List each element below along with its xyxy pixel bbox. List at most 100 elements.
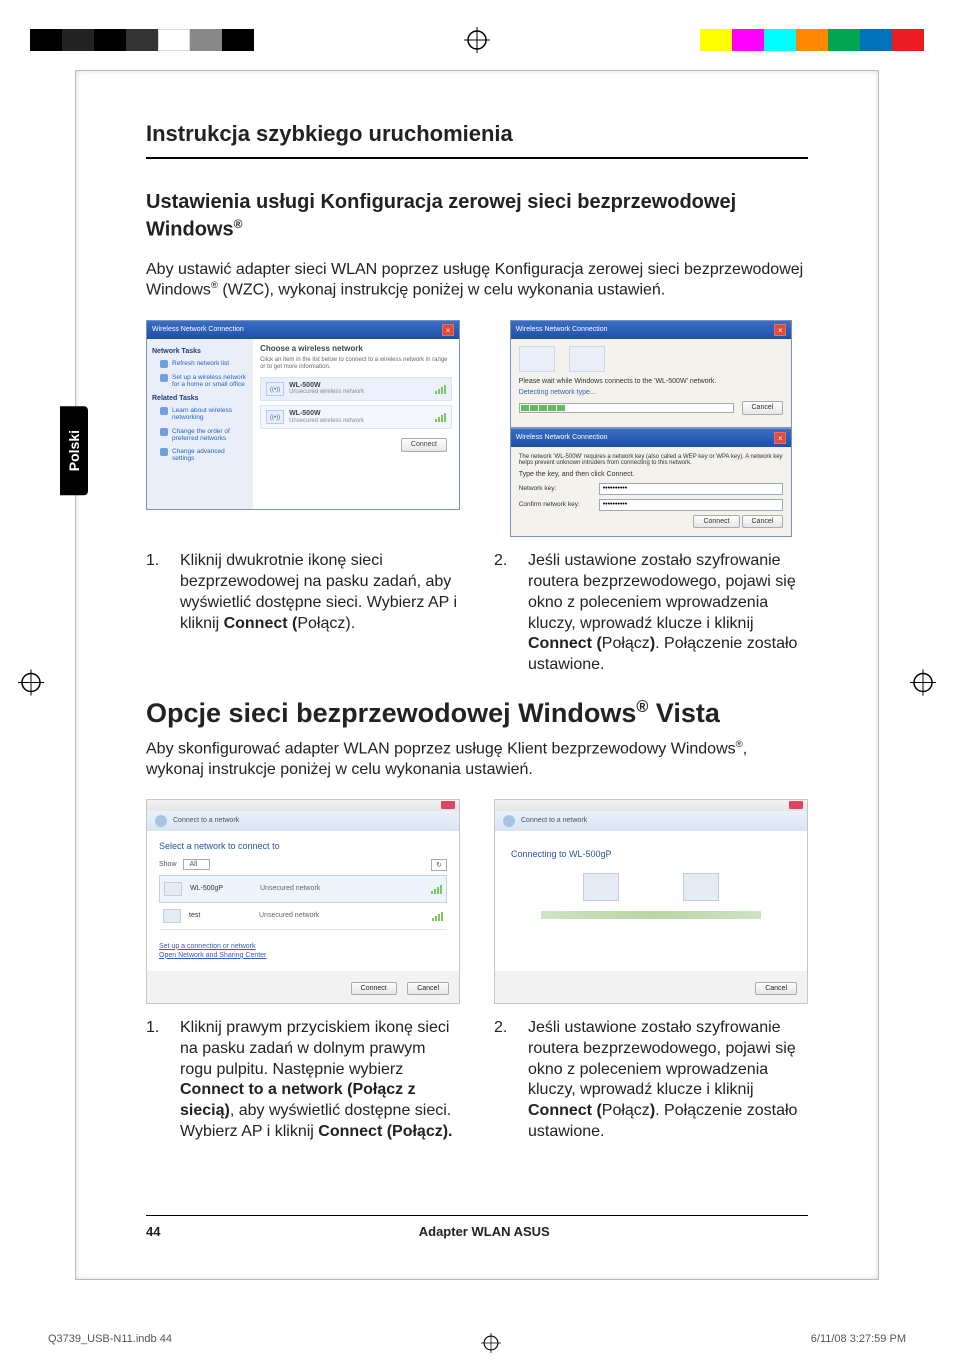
- close-icon[interactable]: ×: [774, 432, 786, 444]
- close-icon[interactable]: [789, 801, 803, 809]
- vista-connect-dialog: Connect to a network Select a network to…: [146, 799, 460, 1004]
- section1-title-text: Ustawienia usługi Konfiguracja zerowej s…: [146, 191, 736, 241]
- language-tab: Polski: [60, 406, 88, 495]
- network-type: Unsecured wireless network: [289, 389, 430, 396]
- xp-titlebar[interactable]: Wireless Network Connection ×: [511, 321, 792, 339]
- show-label: Show: [159, 861, 177, 868]
- xp-wireless-dialog: Wireless Network Connection × Network Ta…: [146, 320, 460, 510]
- xp-link-learn[interactable]: Learn about wireless networking: [160, 407, 248, 421]
- crop-file: Q3739_USB-N11.indb 44: [48, 1333, 172, 1356]
- trademark-sup: ®: [211, 280, 218, 291]
- network-key-label: Network key:: [519, 485, 591, 492]
- printer-registration-strip: [30, 20, 924, 60]
- cancel-button[interactable]: Cancel: [407, 982, 449, 995]
- registration-swatches-right: [700, 29, 924, 51]
- step-text-bold2: Connect (Połącz).: [318, 1123, 452, 1140]
- step-text-bold: Connect (: [224, 615, 298, 632]
- vista-breadcrumb-text: Connect to a network: [173, 817, 239, 824]
- step-number: 2.: [494, 1018, 514, 1143]
- confirm-key-input[interactable]: [599, 499, 784, 511]
- key-dialog-typekey: Type the key, and then click Connect.: [519, 471, 784, 479]
- pc-icon: [163, 909, 181, 923]
- xp-titlebar[interactable]: Wireless Network Connection ×: [147, 321, 459, 339]
- signal-icon: [435, 412, 446, 422]
- close-icon[interactable]: ×: [442, 324, 454, 336]
- registration-mark-right: [910, 670, 936, 701]
- network-row[interactable]: ((•)) WL-500W Unsecured wireless network: [260, 405, 452, 429]
- close-icon[interactable]: [441, 801, 455, 809]
- xp-link-order[interactable]: Change the order of preferred networks: [160, 428, 248, 442]
- detecting-text: Detecting network type...: [519, 389, 784, 397]
- connect-button[interactable]: Connect: [351, 982, 397, 995]
- vista-network-row[interactable]: WL-500gP Unsecured network: [159, 875, 447, 903]
- section1-para-post: (WZC), wykonaj instrukcję poniżej w celu…: [218, 282, 665, 299]
- vista-right-column: Connect to a network Connecting to WL-50…: [494, 799, 808, 1004]
- vista-network-row[interactable]: test Unsecured network: [159, 903, 447, 930]
- back-icon[interactable]: [503, 815, 515, 827]
- section2-para: Aby skonfigurować adapter WLAN poprzez u…: [146, 739, 808, 781]
- page-title: Instrukcja szybkiego uruchomienia: [146, 121, 808, 159]
- vista-link-sharing[interactable]: Open Network and Sharing Center: [159, 952, 447, 959]
- step-text-post: Połącz).: [297, 615, 355, 632]
- step-text-bold: Connect (: [528, 1102, 602, 1119]
- section2-para-pre: Aby skonfigurować adapter WLAN poprzez u…: [146, 740, 736, 757]
- progress-bar: [519, 403, 734, 413]
- wifi-icon: ((•)): [266, 382, 284, 396]
- section1-para: Aby ustawić adapter sieci WLAN poprzez u…: [146, 260, 808, 302]
- step-text: Kliknij prawym przyciskiem ikonę sieci n…: [180, 1018, 460, 1143]
- step-number: 1.: [146, 1018, 166, 1143]
- xp-screenshot-column: Wireless Network Connection × Network Ta…: [146, 320, 460, 538]
- xp-titlebar[interactable]: Wireless Network Connection ×: [511, 429, 792, 447]
- step-2-right: 2. Jeśli ustawione zostało szyfrowanie r…: [494, 1018, 808, 1143]
- xp-key-dialog: Wireless Network Connection × The networ…: [510, 428, 793, 538]
- xp-main-panel: Choose a wireless network Click an item …: [253, 339, 459, 509]
- crop-timestamp: 6/11/08 3:27:59 PM: [811, 1333, 906, 1356]
- wifi-icon: ((•)): [266, 410, 284, 424]
- step-text-bold: Connect (: [528, 635, 602, 652]
- refresh-icon: [160, 360, 168, 368]
- page-footer: 44 Adapter WLAN ASUS: [146, 1215, 808, 1239]
- ap-icon: [569, 346, 605, 372]
- back-icon[interactable]: [155, 815, 167, 827]
- vista-link-setup[interactable]: Set up a connection or network: [159, 943, 447, 950]
- network-name: test: [189, 912, 259, 919]
- connect-button[interactable]: Connect: [693, 515, 739, 529]
- connect-button[interactable]: Connect: [401, 438, 447, 452]
- network-key-input[interactable]: [599, 483, 784, 495]
- gear-icon: [160, 448, 168, 456]
- trademark-sup: ®: [636, 698, 648, 716]
- confirm-key-label: Confirm network key:: [519, 501, 591, 508]
- xp-link-refresh-label: Refresh network list: [172, 360, 229, 368]
- show-dropdown[interactable]: All: [183, 859, 211, 870]
- step-text: Jeśli ustawione zostało szyfrowanie rout…: [528, 551, 808, 676]
- xp-link-advanced[interactable]: Change advanced settings: [160, 448, 248, 462]
- cancel-button[interactable]: Cancel: [742, 401, 784, 415]
- setup-icon: [160, 374, 168, 382]
- xp-link-learn-label: Learn about wireless networking: [172, 407, 248, 421]
- vista-window-controls[interactable]: [495, 800, 807, 811]
- cancel-button[interactable]: Cancel: [755, 982, 797, 995]
- star-icon: [160, 428, 168, 436]
- close-icon[interactable]: ×: [774, 324, 786, 336]
- refresh-button[interactable]: ↻: [431, 859, 447, 871]
- vista-connecting-heading: Connecting to WL-500gP: [511, 849, 791, 859]
- xp-link-refresh[interactable]: Refresh network list: [160, 360, 248, 368]
- registration-mark-bottom: [481, 1333, 501, 1356]
- xp-right-column: Wireless Network Connection × Please wai…: [494, 320, 808, 538]
- xp-link-setup[interactable]: Set up a wireless network for a home or …: [160, 374, 248, 388]
- network-row[interactable]: ((•)) WL-500W Unsecured wireless network: [260, 377, 452, 401]
- registration-swatches-left: [30, 29, 254, 51]
- cancel-button[interactable]: Cancel: [742, 515, 784, 529]
- registration-mark-left: [18, 670, 44, 701]
- vista-window-controls[interactable]: [147, 800, 459, 811]
- network-type: Unsecured network: [260, 885, 431, 892]
- network-name: WL-500W: [289, 382, 430, 390]
- xp-sidebar-tasks-heading: Network Tasks: [152, 348, 248, 356]
- signal-icon: [432, 911, 443, 921]
- network-name: WL-500W: [289, 410, 430, 418]
- vista-breadcrumb: Connect to a network: [495, 811, 807, 831]
- xp-sidebar: Network Tasks Refresh network list Set u…: [147, 339, 253, 509]
- step-text-1: Kliknij prawym przyciskiem ikonę sieci n…: [180, 1019, 449, 1078]
- step-text-pre: Jeśli ustawione zostało szyfrowanie rout…: [528, 552, 796, 631]
- xp-connecting-dialog: Wireless Network Connection × Please wai…: [510, 320, 793, 428]
